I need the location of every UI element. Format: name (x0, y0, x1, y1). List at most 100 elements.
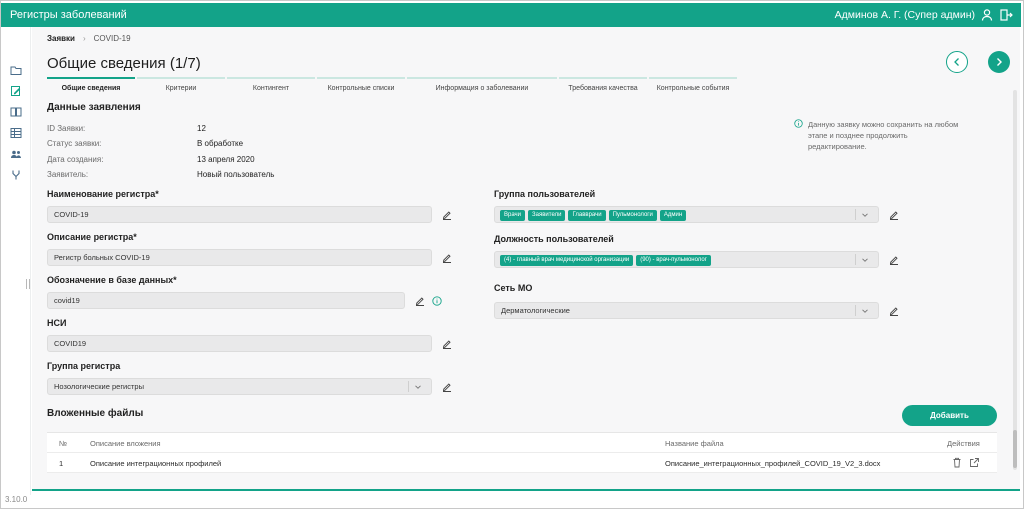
row-description: Описание интеграционных профилей (90, 459, 222, 468)
user-group-select[interactable]: Врачи Заявители Главврачи Пульмонологи А… (494, 206, 879, 223)
request-date-value: 13 апреля 2020 (197, 155, 255, 164)
add-file-button[interactable]: Добавить (902, 405, 997, 426)
tab-disease-info[interactable]: Информация о заболевании (407, 77, 557, 92)
sidebar-resize-handle[interactable] (26, 279, 30, 289)
select-divider (855, 254, 856, 265)
tab-quality-requirements[interactable]: Требования качества (559, 77, 647, 92)
folder-icon[interactable] (10, 64, 22, 76)
book-icon[interactable] (10, 106, 22, 118)
col-actions: Действия (947, 439, 980, 448)
chip[interactable]: Пульмонологи (608, 210, 657, 221)
request-applicant-label: Заявитель: (47, 170, 89, 179)
request-id-value: 12 (197, 124, 206, 133)
breadcrumb: Заявки › COVID-19 (47, 34, 131, 43)
tab-general[interactable]: Общие сведения (47, 77, 135, 92)
mo-network-select[interactable]: Дерматологические (494, 302, 879, 319)
edit-document-icon[interactable] (10, 85, 22, 97)
chip[interactable]: (90) - врач-пульмонолог (636, 255, 711, 266)
register-name-label: Наименование регистра* (47, 189, 159, 199)
bottom-accent-line (32, 489, 1020, 491)
request-date-label: Дата создания: (47, 155, 104, 164)
tab-label: Критерии (165, 85, 197, 92)
user-group-label: Группа пользователей (494, 189, 596, 199)
pencil-icon[interactable] (889, 210, 899, 220)
pencil-icon[interactable] (889, 306, 899, 316)
user-position-select[interactable]: (4) - главный врач медицинской организац… (494, 251, 879, 268)
chevron-left-icon (954, 58, 959, 66)
chip[interactable]: Главврачи (568, 210, 606, 221)
info-icon[interactable] (432, 296, 442, 306)
pencil-icon[interactable] (442, 382, 452, 392)
chevron-down-icon (862, 258, 868, 262)
select-divider (855, 209, 856, 220)
col-description: Описание вложения (90, 439, 161, 448)
chevron-down-icon (862, 213, 868, 217)
external-link-icon[interactable] (969, 457, 980, 468)
col-file-name: Название файла (665, 439, 724, 448)
user-name[interactable]: Админов А. Г. (Супер админ) (835, 9, 975, 21)
chip[interactable]: (4) - главный врач медицинской организац… (500, 255, 634, 266)
prev-step-button[interactable] (946, 51, 968, 73)
nsi-label: НСИ (47, 318, 67, 328)
scrollbar-track[interactable] (1013, 90, 1017, 470)
tab-label: Информация о заболевании (435, 85, 529, 92)
files-table: № Описание вложения Название файла Дейст… (47, 432, 997, 473)
tab-control-lists[interactable]: Контрольные списки (317, 77, 405, 92)
table-icon[interactable] (10, 127, 22, 139)
row-num: 1 (59, 459, 64, 468)
request-applicant-value: Новый пользователь (197, 170, 275, 179)
user-group-chips: Врачи Заявители Главврачи Пульмонологи А… (500, 210, 687, 221)
breadcrumb-root[interactable]: Заявки (47, 34, 75, 43)
register-group-select[interactable]: Нозологические регистры (47, 378, 432, 395)
save-info-note: Данную заявку можно сохранить на любом э… (794, 119, 964, 152)
col-num: № (59, 439, 68, 448)
register-name-input[interactable]: COVID-19 (47, 206, 432, 223)
chip[interactable]: Заявители (528, 210, 566, 221)
users-icon[interactable] (10, 148, 22, 160)
db-name-label: Обозначение в базе данных* (47, 275, 177, 285)
chevron-right-icon (997, 58, 1002, 66)
flow-icon[interactable] (10, 169, 22, 181)
request-status-value: В обработке (197, 139, 244, 148)
table-row: 1 Описание интеграционных профилей Описа… (47, 453, 997, 473)
pencil-icon[interactable] (415, 296, 425, 306)
app-title[interactable]: Регистры заболеваний (10, 9, 127, 21)
tab-label: Требования качества (568, 85, 638, 92)
pencil-icon[interactable] (442, 253, 452, 263)
tab-criteria[interactable]: Критерии (137, 77, 225, 92)
app-version: 3.10.0 (5, 495, 28, 504)
mo-network-label: Сеть МО (494, 283, 533, 293)
db-name-input[interactable]: covid19 (47, 292, 405, 309)
user-position-label: Должность пользователей (494, 234, 614, 244)
user-position-chips: (4) - главный врач медицинской организац… (500, 255, 711, 266)
register-desc-input[interactable]: Регистр больных COVID-19 (47, 249, 432, 266)
request-id-label: ID Заявки: (47, 124, 86, 133)
select-divider (408, 381, 409, 392)
mo-network-value: Дерматологические (501, 306, 570, 315)
tab-contingent[interactable]: Контингент (227, 77, 315, 92)
save-info-text: Данную заявку можно сохранить на любом э… (808, 120, 959, 151)
pencil-icon[interactable] (889, 255, 899, 265)
info-icon (794, 119, 803, 128)
chip[interactable]: Админ (659, 210, 687, 221)
tab-label: Общие сведения (61, 85, 121, 92)
tab-label: Контрольные списки (327, 85, 395, 92)
nsi-input[interactable]: COVID19 (47, 335, 432, 352)
pencil-icon[interactable] (442, 210, 452, 220)
tab-control-events[interactable]: Контрольные события (649, 77, 737, 92)
register-group-value: Нозологические регистры (54, 382, 144, 391)
row-file-name[interactable]: Описание_интеграционных_профилей_COVID_1… (665, 459, 880, 468)
main-content: Заявки › COVID-19 Общие сведения (1/7) Общ… (32, 27, 1020, 489)
request-status-label: Статус заявки: (47, 139, 102, 148)
logout-icon[interactable] (999, 8, 1013, 22)
page-title: Общие сведения (1/7) (47, 55, 201, 72)
scrollbar-thumb[interactable] (1013, 430, 1017, 468)
tab-label: Контрольные события (656, 85, 730, 92)
trash-icon[interactable] (952, 457, 962, 468)
user-icon[interactable] (980, 8, 994, 22)
chip[interactable]: Врачи (500, 210, 526, 221)
chevron-down-icon (862, 309, 868, 313)
pencil-icon[interactable] (442, 339, 452, 349)
sidebar: 3.10.0 (1, 27, 31, 504)
next-step-button[interactable] (988, 51, 1010, 73)
